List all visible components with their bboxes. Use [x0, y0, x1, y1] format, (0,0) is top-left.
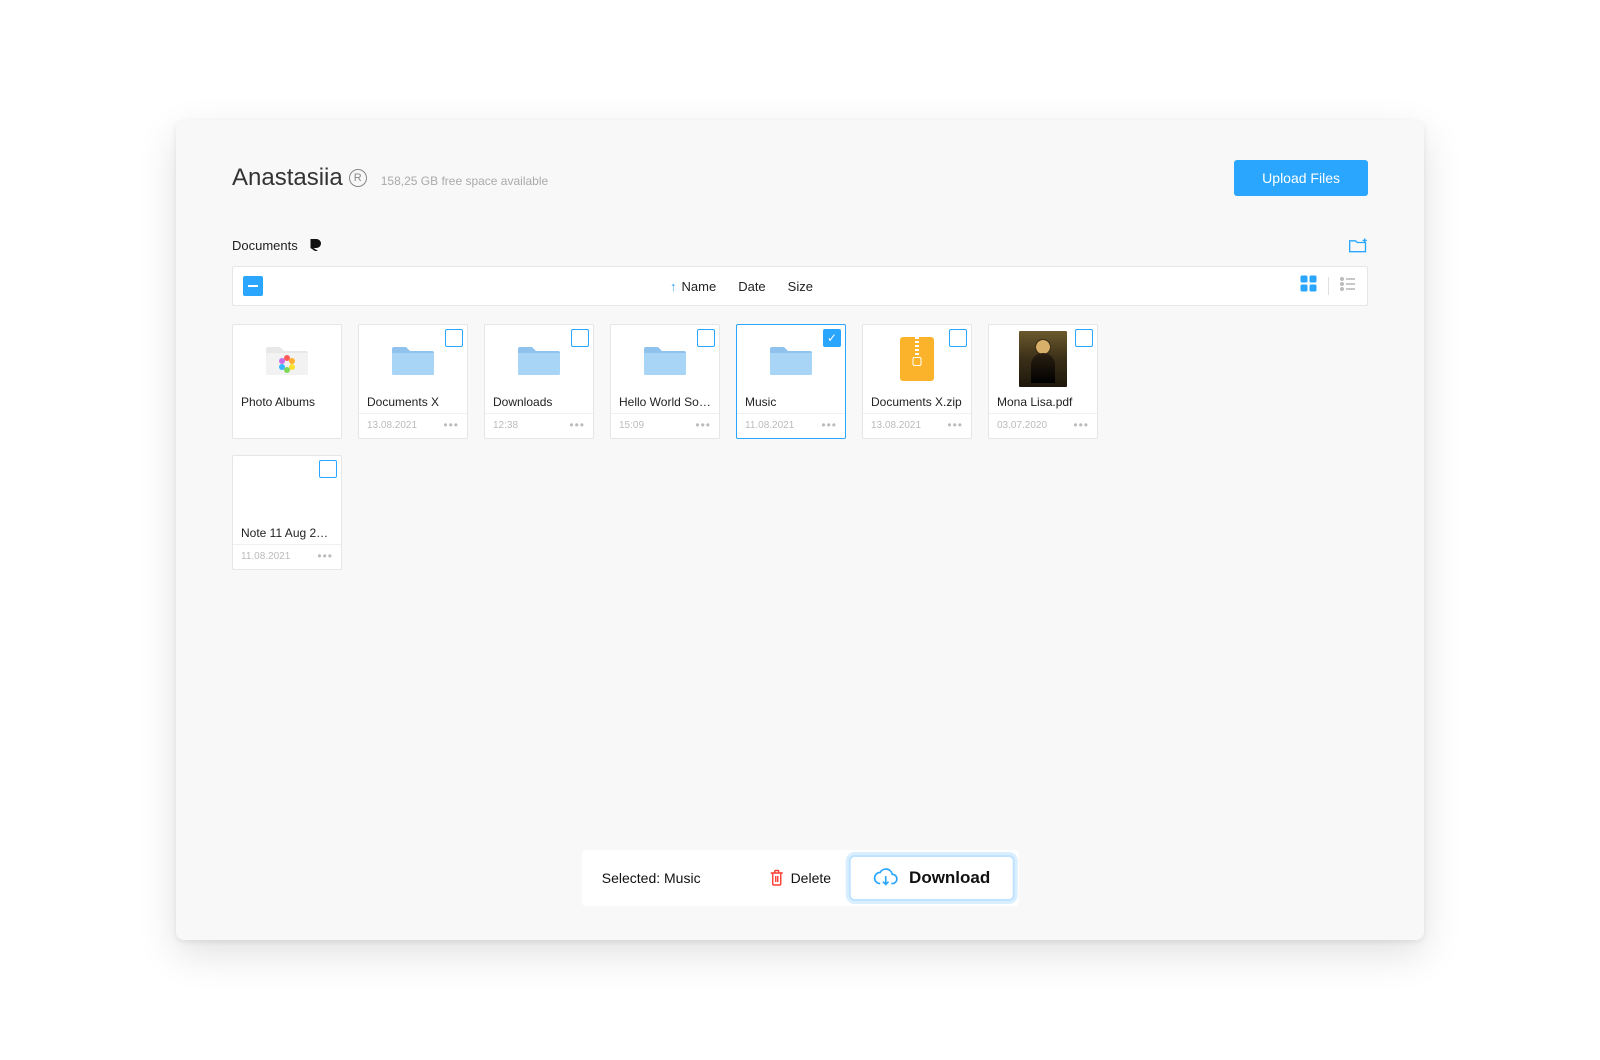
sort-asc-icon: ↑	[670, 279, 677, 294]
delete-button[interactable]: Delete	[769, 869, 831, 887]
file-checkbox[interactable]	[949, 329, 967, 347]
sort-name-label: Name	[682, 279, 717, 294]
app-window: Anastasiia R 158,25 GB free space availa…	[176, 120, 1424, 940]
file-meta: 13.08.2021 •••	[359, 413, 467, 438]
file-name: Music	[737, 387, 845, 413]
file-card[interactable]: Downloads 12:38 •••	[484, 324, 594, 439]
file-grid: Photo AlbumsDocuments X13.08.2021•••Down…	[232, 324, 1368, 570]
documents-app-icon	[306, 236, 324, 254]
cloud-download-icon	[873, 867, 899, 889]
file-meta: 13.08.2021 •••	[863, 413, 971, 438]
file-thumbnail	[989, 325, 1097, 387]
file-name: Downloads	[485, 387, 593, 413]
view-toggle	[1300, 275, 1357, 298]
file-date: 13.08.2021	[871, 420, 921, 431]
file-card[interactable]: Music 11.08.2021 •••	[736, 324, 846, 439]
more-icon[interactable]: •••	[569, 418, 585, 432]
file-checkbox[interactable]	[319, 460, 337, 478]
free-space-text: 158,25 GB free space available	[381, 174, 548, 188]
file-date: 13.08.2021	[367, 420, 417, 431]
selection-action-bar: Selected: Music Delete Download	[582, 850, 1019, 906]
list-toolbar: ↑ Name Date Size	[232, 266, 1368, 306]
file-thumbnail	[359, 325, 467, 387]
more-icon[interactable]: •••	[947, 418, 963, 432]
trash-icon	[769, 869, 785, 887]
file-meta: 12:38 •••	[485, 413, 593, 438]
registered-badge-icon: R	[349, 169, 367, 187]
file-checkbox[interactable]	[445, 329, 463, 347]
file-checkbox[interactable]	[571, 329, 589, 347]
sort-by-date[interactable]: Date	[738, 279, 765, 294]
user-name: Anastasiia R	[232, 164, 367, 192]
file-thumbnail	[233, 456, 341, 518]
sort-by-size[interactable]: Size	[788, 279, 813, 294]
file-thumbnail	[863, 325, 971, 387]
file-card[interactable]: Mona Lisa.pdf 03.07.2020 •••	[988, 324, 1098, 439]
file-date: 11.08.2021	[241, 551, 290, 562]
file-date: 15:09	[619, 420, 644, 431]
download-label: Download	[909, 868, 990, 888]
more-icon[interactable]: •••	[317, 549, 333, 563]
list-view-icon[interactable]	[1339, 275, 1357, 298]
upload-files-button[interactable]: Upload Files	[1234, 160, 1368, 196]
selected-text: Selected: Music	[602, 870, 701, 886]
file-meta: 11.08.2021 •••	[737, 413, 845, 438]
file-checkbox[interactable]	[697, 329, 715, 347]
file-name: Note 11 Aug 202…	[233, 518, 341, 544]
selected-prefix: Selected:	[602, 870, 660, 886]
selected-name: Music	[664, 870, 701, 886]
breadcrumb-label: Documents	[232, 238, 298, 253]
select-all-checkbox[interactable]	[243, 276, 263, 296]
file-name: Mona Lisa.pdf	[989, 387, 1097, 413]
more-icon[interactable]: •••	[695, 418, 711, 432]
file-date: 12:38	[493, 420, 518, 431]
file-name: Documents X	[359, 387, 467, 413]
breadcrumb[interactable]: Documents	[232, 236, 324, 254]
more-icon[interactable]: •••	[443, 418, 459, 432]
file-card[interactable]: Hello World Sour… 15:09 •••	[610, 324, 720, 439]
delete-label: Delete	[791, 870, 831, 886]
file-meta: 11.08.2021 •••	[233, 544, 341, 569]
sort-controls: ↑ Name Date Size	[670, 279, 813, 294]
file-thumbnail	[233, 325, 341, 387]
file-checkbox[interactable]	[1075, 329, 1093, 347]
file-checkbox[interactable]	[823, 329, 841, 347]
file-card[interactable]: Photo Albums	[232, 324, 342, 439]
divider	[1328, 277, 1329, 295]
file-name: Hello World Sour…	[611, 387, 719, 413]
more-icon[interactable]: •••	[821, 418, 837, 432]
header: Anastasiia R 158,25 GB free space availa…	[232, 160, 1368, 196]
sort-by-name[interactable]: ↑ Name	[670, 279, 716, 294]
file-date: 03.07.2020	[997, 420, 1047, 431]
file-name: Photo Albums	[233, 387, 341, 427]
more-icon[interactable]: •••	[1073, 418, 1089, 432]
new-folder-icon[interactable]	[1348, 236, 1368, 254]
file-thumbnail	[485, 325, 593, 387]
file-date: 11.08.2021	[745, 420, 794, 431]
file-thumbnail	[737, 325, 845, 387]
download-button[interactable]: Download	[849, 855, 1014, 901]
file-name: Documents X.zip	[863, 387, 971, 413]
file-card[interactable]: Documents X.zip 13.08.2021 •••	[862, 324, 972, 439]
user-name-text: Anastasiia	[232, 164, 343, 192]
file-card[interactable]: Note 11 Aug 202… 11.08.2021 •••	[232, 455, 342, 570]
file-meta: 15:09 •••	[611, 413, 719, 438]
grid-view-icon[interactable]	[1300, 275, 1318, 298]
breadcrumb-row: Documents	[232, 236, 1368, 254]
header-left: Anastasiia R 158,25 GB free space availa…	[232, 164, 548, 192]
file-thumbnail	[611, 325, 719, 387]
file-meta: 03.07.2020 •••	[989, 413, 1097, 438]
file-card[interactable]: Documents X 13.08.2021 •••	[358, 324, 468, 439]
